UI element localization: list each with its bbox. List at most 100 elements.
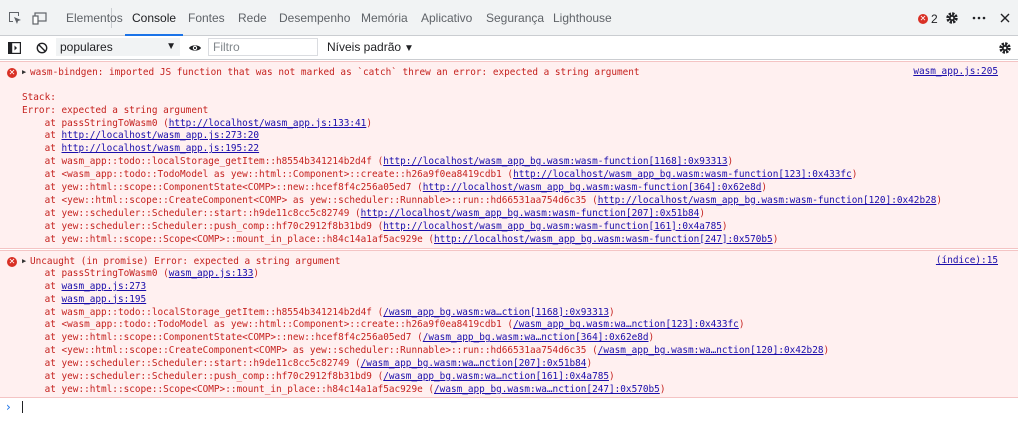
filter-input[interactable] <box>208 38 318 56</box>
stack-trace-link[interactable]: http://localhost/wasm_app_bg.wasm:wasm-f… <box>598 195 937 206</box>
line-text: at passStringToWasm0 ( <box>22 267 169 279</box>
stack-trace-link[interactable]: /wasm_app_bg.wasm:wa…ction[1168]:0x93313 <box>383 307 609 318</box>
tab-fontes[interactable]: Fontes <box>188 0 225 36</box>
stack-trace-link[interactable]: /wasm_app_bg.wasm:wa…nction[247]:0x570b5 <box>434 384 660 395</box>
device-toolbar-icon[interactable] <box>31 0 51 36</box>
tab-aplicativo[interactable]: Aplicativo <box>421 0 472 36</box>
line-text-suffix: ) <box>936 194 943 206</box>
error-message-text: ▶ wasm-bindgen: imported JS function that… <box>22 66 942 246</box>
stack-trace-link[interactable]: wasm_app.js:195 <box>62 294 147 305</box>
line-text: at yew::scheduler::Scheduler::push_comp:… <box>22 371 384 383</box>
inspect-element-icon[interactable] <box>5 0 25 36</box>
console-prompt[interactable]: › <box>0 399 1018 415</box>
more-options-icon[interactable] <box>970 0 988 36</box>
stack-trace-link[interactable]: wasm_app.js:273 <box>62 281 147 292</box>
stack-trace-line: Stack: <box>22 92 902 105</box>
stack-trace-link[interactable]: http://localhost/wasm_app_bg.wasm:wasm-f… <box>383 156 727 167</box>
stack-trace-line: at http://localhost/wasm_app.js:273:20 <box>22 130 902 143</box>
line-text-suffix: ) <box>823 345 830 357</box>
error-count-badge[interactable]: ✕ 2 <box>918 12 938 26</box>
line-text: at <box>22 280 62 292</box>
stack-trace-line: at passStringToWasm0 (http://localhost/w… <box>22 118 902 131</box>
error-icon: ✕ <box>7 257 17 267</box>
line-text-suffix: ) <box>699 207 705 219</box>
line-text-suffix: ) <box>609 371 615 383</box>
stack-trace-link[interactable]: http://localhost/wasm_app_bg.wasm:wasm-f… <box>383 221 722 232</box>
message-summary[interactable]: ▶ wasm-bindgen: imported JS function that… <box>22 66 902 79</box>
stack-trace-line: at wasm_app.js:273 <box>22 281 902 294</box>
stack-trace-link[interactable]: /wasm_app_bg.wasm:wa…nction[364]:0x62e8d <box>423 332 649 343</box>
line-text: Uncaught (in promise) Error: expected a … <box>30 256 341 267</box>
line-text: at yew::scheduler::Scheduler::start::h9d… <box>22 358 361 370</box>
expand-triangle-icon[interactable]: ▶ <box>22 66 30 79</box>
stack-trace-line: at passStringToWasm0 (wasm_app.js:133) <box>22 268 902 281</box>
error-icon: ✕ <box>918 14 928 24</box>
console-error-message: ✕ ▶ Uncaught (in promise) Error: expected… <box>0 250 1018 398</box>
dropdown-arrow-icon: ▼ <box>166 41 176 52</box>
line-text-suffix: ) <box>648 332 655 344</box>
input-caret <box>22 401 23 413</box>
stack-trace-link[interactable]: http://localhost/wasm_app_bg.wasm:wasm-f… <box>361 208 700 219</box>
line-text: at <wasm_app::todo::TodoModel as yew::ht… <box>22 169 514 181</box>
console-toolbar: populares ▼ Níveis padrão▼ <box>0 36 1018 60</box>
devtools-tab-bar: Elementos Console Fontes Rede Desempenho… <box>0 0 1018 36</box>
stack-trace-line: at <yew::html::scope::CreateComponent<CO… <box>22 345 902 358</box>
error-icon: ✕ <box>7 68 17 78</box>
line-text-suffix: ) <box>761 182 768 194</box>
tab-seguranca[interactable]: Segurança <box>486 0 544 36</box>
console-settings-gear-icon[interactable] <box>997 36 1013 59</box>
stack-trace-line: at yew::html::scope::Scope<COMP>::mount_… <box>22 384 902 397</box>
stack-trace-link[interactable]: http://localhost/wasm_app_bg.wasm:wasm-f… <box>513 169 852 180</box>
expand-triangle-icon[interactable]: ▶ <box>22 255 30 268</box>
console-error-message: ✕ ▶ wasm-bindgen: imported JS function th… <box>0 61 1018 249</box>
live-expression-eye-icon[interactable] <box>186 36 204 59</box>
line-text: at <box>22 293 62 305</box>
stack-trace-link[interactable]: /wasm_app_bg.wasm:wa…nction[123]:0x433fc <box>513 319 739 330</box>
line-text-suffix: ) <box>851 169 858 181</box>
stack-trace-line: at <wasm_app::todo::TodoModel as yew::ht… <box>22 319 902 332</box>
sidebar-toggle-icon[interactable] <box>6 36 22 59</box>
stack-trace-link[interactable]: http://localhost/wasm_app.js:195:22 <box>62 143 260 154</box>
line-text: at yew::scheduler::Scheduler::push_comp:… <box>22 220 384 232</box>
tab-elementos[interactable]: Elementos <box>66 0 123 36</box>
line-text-suffix: ) <box>609 306 615 318</box>
console-output: ✕ ▶ wasm-bindgen: imported JS function th… <box>0 61 1018 426</box>
tab-lighthouse[interactable]: Lighthouse <box>553 0 612 36</box>
line-text: at passStringToWasm0 ( <box>22 117 169 129</box>
stack-trace-link[interactable]: http://localhost/wasm_app_bg.wasm:wasm-f… <box>434 234 773 245</box>
message-source-link[interactable]: wasm_app.js:205 <box>913 66 998 79</box>
log-levels-dropdown[interactable]: Níveis padrão ▼ <box>327 38 414 56</box>
clear-console-icon[interactable] <box>34 36 50 59</box>
message-summary[interactable]: ▶ Uncaught (in promise) Error: expected a… <box>22 255 902 268</box>
stack-trace-link[interactable]: http://localhost/wasm_app.js:133:41 <box>169 118 367 129</box>
stack-trace-link[interactable]: /wasm_app_bg.wasm:wa…nction[207]:0x51b84 <box>361 358 587 369</box>
context-selector[interactable]: populares ▼ <box>56 38 180 56</box>
stack-trace-link[interactable]: http://localhost/wasm_app.js:273:20 <box>62 130 260 141</box>
settings-gear-icon[interactable] <box>943 0 961 36</box>
tab-rede[interactable]: Rede <box>238 0 267 36</box>
stack-trace-line: at yew::scheduler::Scheduler::push_comp:… <box>22 221 902 234</box>
line-text-suffix: ) <box>586 358 593 370</box>
stack-trace-link[interactable]: wasm_app.js:133 <box>169 268 254 279</box>
close-icon[interactable] <box>996 0 1014 36</box>
stack-trace-line: at yew::scheduler::Scheduler::push_comp:… <box>22 371 902 384</box>
stack-trace-line: at yew::scheduler::Scheduler::start::h9d… <box>22 208 902 221</box>
tab-memoria[interactable]: Memória <box>361 0 408 36</box>
line-text: Error: expected a string argument <box>22 104 209 116</box>
stack-trace-line: at http://localhost/wasm_app.js:195:22 <box>22 143 902 156</box>
tab-console[interactable]: Console <box>124 0 184 36</box>
line-text-suffix: ) <box>727 156 734 168</box>
tab-desempenho[interactable]: Desempenho <box>279 0 350 36</box>
context-selector-value: populares <box>60 40 113 54</box>
line-text: at yew::html::scope::ComponentState<COMP… <box>22 332 423 344</box>
line-text-suffix: ) <box>253 267 260 279</box>
line-text: at <wasm_app::todo::TodoModel as yew::ht… <box>22 319 514 331</box>
stack-trace-link[interactable]: http://localhost/wasm_app_bg.wasm:wasm-f… <box>423 182 762 193</box>
line-text: Stack: <box>22 91 56 103</box>
line-text: at yew::html::scope::ComponentState<COMP… <box>22 182 423 194</box>
line-text-suffix: ) <box>772 233 779 245</box>
message-source-link[interactable]: (índice):15 <box>936 255 998 268</box>
stack-trace-link[interactable]: /wasm_app_bg.wasm:wa…nction[120]:0x42b28 <box>598 345 824 356</box>
line-text: at wasm_app::todo::localStorage_getItem:… <box>22 156 384 168</box>
stack-trace-link[interactable]: /wasm_app_bg.wasm:wa…nction[161]:0x4a785 <box>383 371 609 382</box>
